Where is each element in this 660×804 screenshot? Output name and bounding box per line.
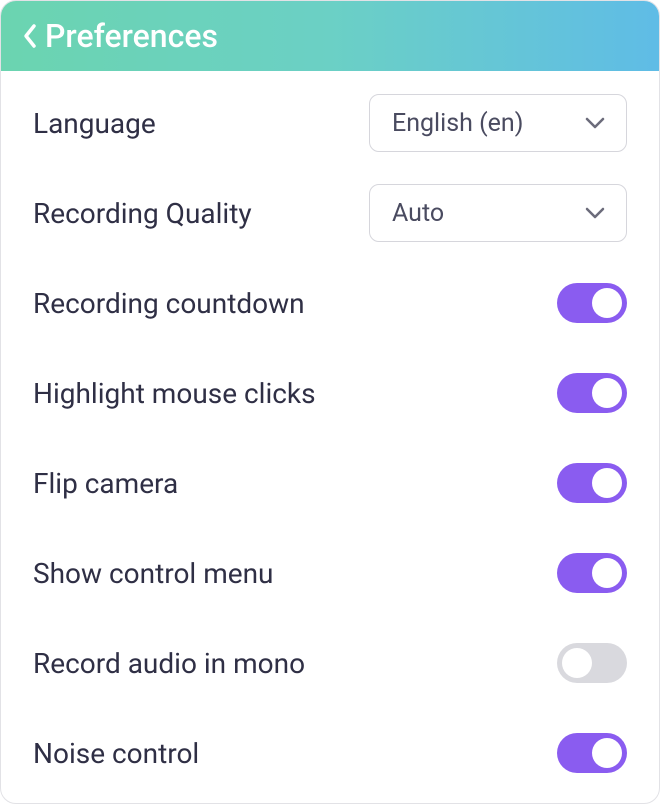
label-noise-control: Noise control bbox=[33, 737, 199, 770]
toggle-highlight-clicks[interactable] bbox=[557, 373, 627, 413]
header-bar: Preferences bbox=[1, 1, 659, 71]
label-record-mono: Record audio in mono bbox=[33, 647, 305, 680]
preferences-panel: Preferences Language English (en) Record… bbox=[0, 0, 660, 804]
chevron-down-icon bbox=[584, 206, 606, 220]
row-highlight-clicks: Highlight mouse clicks bbox=[33, 363, 627, 423]
row-noise-control: Noise control bbox=[33, 723, 627, 783]
toggle-show-control-menu[interactable] bbox=[557, 553, 627, 593]
language-select[interactable]: English (en) bbox=[369, 94, 627, 152]
row-recording-countdown: Recording countdown bbox=[33, 273, 627, 333]
label-highlight-clicks: Highlight mouse clicks bbox=[33, 377, 316, 410]
row-flip-camera: Flip camera bbox=[33, 453, 627, 513]
language-select-value: English (en) bbox=[392, 109, 523, 138]
toggle-noise-control[interactable] bbox=[557, 733, 627, 773]
page-title: Preferences bbox=[45, 17, 218, 55]
settings-list: Language English (en) Recording Quality … bbox=[1, 71, 659, 783]
toggle-knob bbox=[592, 738, 622, 768]
toggle-record-mono[interactable] bbox=[557, 643, 627, 683]
chevron-down-icon bbox=[584, 116, 606, 130]
recording-quality-select[interactable]: Auto bbox=[369, 184, 627, 242]
toggle-recording-countdown[interactable] bbox=[557, 283, 627, 323]
label-flip-camera: Flip camera bbox=[33, 467, 178, 500]
row-show-control-menu: Show control menu bbox=[33, 543, 627, 603]
recording-quality-select-value: Auto bbox=[392, 199, 444, 228]
row-record-mono: Record audio in mono bbox=[33, 633, 627, 693]
row-language: Language English (en) bbox=[33, 93, 627, 153]
toggle-knob bbox=[592, 468, 622, 498]
toggle-knob bbox=[562, 648, 592, 678]
toggle-knob bbox=[592, 288, 622, 318]
back-icon[interactable] bbox=[21, 22, 39, 50]
label-recording-quality: Recording Quality bbox=[33, 197, 252, 230]
row-recording-quality: Recording Quality Auto bbox=[33, 183, 627, 243]
label-language: Language bbox=[33, 107, 156, 140]
label-recording-countdown: Recording countdown bbox=[33, 287, 305, 320]
toggle-flip-camera[interactable] bbox=[557, 463, 627, 503]
label-show-control-menu: Show control menu bbox=[33, 557, 274, 590]
toggle-knob bbox=[592, 378, 622, 408]
toggle-knob bbox=[592, 558, 622, 588]
